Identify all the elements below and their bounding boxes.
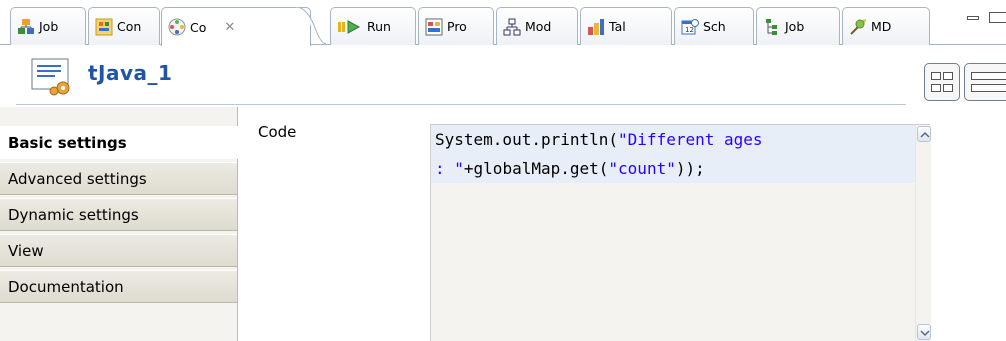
- problems-icon: [425, 18, 443, 36]
- nav-dynamic-settings[interactable]: Dynamic settings: [0, 198, 237, 231]
- maximize-icon[interactable]: [989, 12, 1006, 23]
- chevron-up-icon: [920, 131, 930, 138]
- chevron-down-icon: [920, 330, 930, 337]
- tab-label: Tal: [609, 19, 626, 34]
- run-icon: [337, 18, 363, 36]
- tab-label: MD: [871, 19, 892, 34]
- metadata-icon: [849, 18, 867, 36]
- table-view-button[interactable]: [924, 63, 960, 101]
- header-underline: [16, 104, 906, 105]
- tab-label: Con: [117, 19, 142, 34]
- settings-nav: Basic settings Advanced settings Dynamic…: [0, 107, 238, 341]
- tab-component[interactable]: Co ✕: [161, 7, 311, 46]
- minimize-icon[interactable]: [966, 12, 980, 23]
- tab-problems[interactable]: Pro: [418, 7, 494, 45]
- tab-label: Co: [190, 19, 207, 35]
- vertical-scrollbar[interactable]: [915, 125, 931, 341]
- component-title: tJava_1: [88, 61, 173, 85]
- job-designs-icon: [17, 18, 35, 36]
- tab-label: Job: [39, 19, 59, 34]
- code-line: System.out.println("Different ages: [431, 125, 929, 154]
- view-tab-bar: Job Con Co ✕ Run Pro Mod Tal 12 Sch Job …: [0, 0, 1006, 46]
- svg-text:12: 12: [685, 26, 694, 34]
- tab-label: Job: [785, 19, 805, 34]
- nav-advanced-settings[interactable]: Advanced settings: [0, 162, 237, 195]
- tab-metadata[interactable]: MD: [842, 7, 930, 45]
- component-header: tJava_1: [0, 45, 1006, 107]
- tab-label: Mod: [525, 19, 552, 34]
- component-icon: [168, 18, 186, 36]
- contexts-icon: [95, 18, 113, 36]
- talend-exchange-icon: [587, 18, 605, 36]
- tab-job-hierarchy[interactable]: Job: [756, 7, 840, 45]
- nav-basic-settings[interactable]: Basic settings: [0, 126, 238, 159]
- grid-icon: [931, 72, 941, 80]
- modules-icon: [503, 18, 521, 36]
- scroll-down-button[interactable]: [917, 324, 931, 340]
- job-hierarchy-icon: [763, 18, 781, 36]
- list-icon: [971, 72, 1006, 80]
- tab-label: Pro: [447, 19, 467, 34]
- tab-contexts[interactable]: Con: [88, 7, 160, 45]
- code-token: +globalMap.get(: [463, 159, 609, 178]
- code-line: : "+globalMap.get("count"));: [431, 154, 929, 183]
- nav-documentation[interactable]: Documentation: [0, 270, 237, 303]
- code-editor[interactable]: System.out.println("Different ages : "+g…: [430, 124, 931, 341]
- nav-view[interactable]: View: [0, 234, 237, 267]
- list-view-button[interactable]: [964, 63, 1006, 101]
- close-icon[interactable]: ✕: [224, 20, 235, 35]
- tab-scheduler[interactable]: 12 Sch: [674, 7, 754, 45]
- tjava-component-icon: [30, 57, 74, 97]
- code-string: : ": [435, 159, 464, 178]
- tab-label: Sch: [703, 19, 726, 34]
- code-label: Code: [258, 123, 297, 141]
- code-string: "Different ages: [618, 130, 763, 149]
- basic-settings-panel: Code System.out.println("Different ages …: [239, 107, 1006, 341]
- tab-modules[interactable]: Mod: [496, 7, 578, 45]
- scroll-up-button[interactable]: [917, 126, 931, 142]
- code-text[interactable]: System.out.println("Different ages : "+g…: [431, 125, 929, 183]
- active-tab-edge: [296, 7, 326, 45]
- tab-label: Run: [367, 19, 391, 34]
- code-string: "count": [608, 159, 676, 178]
- code-token: ));: [675, 159, 705, 178]
- tab-talend-exchange[interactable]: Tal: [580, 7, 672, 45]
- scheduler-icon: 12: [681, 18, 699, 36]
- tab-job-designs[interactable]: Job: [10, 7, 86, 45]
- code-token: System.out.println(: [435, 130, 619, 149]
- tab-run[interactable]: Run: [330, 7, 416, 45]
